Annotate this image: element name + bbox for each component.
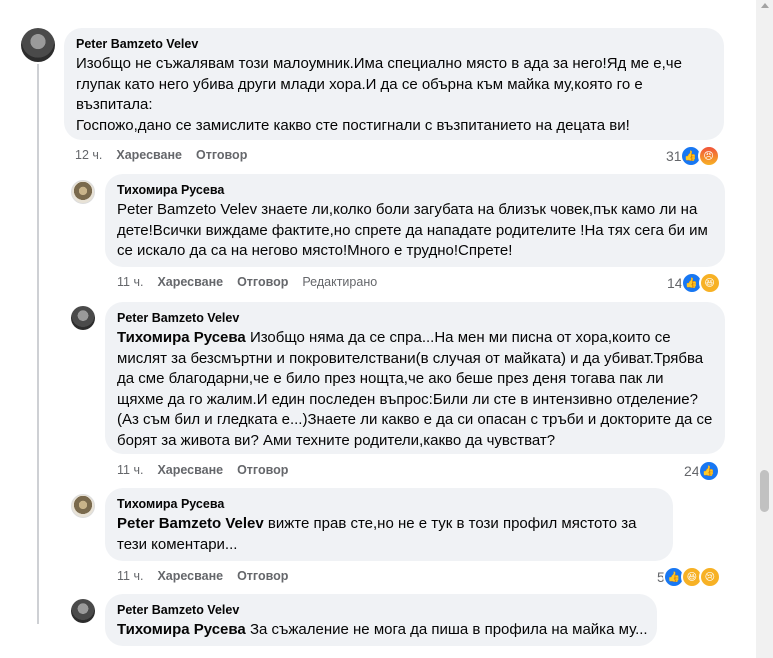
comment-text: Peter Bamzeto Velev знаете ли,колко боли…	[117, 201, 708, 259]
mention-link[interactable]: Тихомира Русева	[117, 621, 246, 638]
comment-actions: 11 ч. Харесване Отговор Редактирано	[117, 275, 377, 289]
comment-time[interactable]: 11 ч.	[117, 275, 143, 289]
comment-time[interactable]: 12 ч.	[75, 148, 102, 162]
like-button[interactable]: Харесване	[157, 275, 223, 289]
comment-time[interactable]: 11 ч.	[117, 569, 143, 583]
reply-button[interactable]: Отговор	[196, 148, 247, 162]
comment-bubble: Тихомира Русева Peter Bamzeto Velev знае…	[105, 174, 725, 267]
sad-icon: 😢	[698, 566, 721, 588]
mention-link[interactable]: Тихомира Русева	[117, 329, 246, 346]
comment-author[interactable]: Peter Bamzeto Velev	[76, 36, 712, 52]
like-button[interactable]: Харесване	[157, 463, 223, 477]
mention-link[interactable]: Peter Bamzeto Velev	[117, 515, 264, 532]
avatar[interactable]	[21, 28, 55, 62]
edited-label: Редактирано	[302, 275, 378, 289]
reply-button[interactable]: Отговор	[237, 275, 288, 289]
comment-body: Изобщо няма да се спра...На мен ми писна…	[117, 329, 713, 449]
avatar[interactable]	[71, 180, 95, 204]
comment-author[interactable]: Peter Bamzeto Velev	[117, 602, 645, 618]
avatar[interactable]	[71, 599, 95, 623]
comment-text: Тихомира Русева За съжаление не мога да …	[117, 620, 648, 641]
comment-text: Изобщо не съжалявам този малоумник.Има с…	[76, 55, 682, 113]
comment-body: За съжаление не мога да пиша в профила н…	[249, 621, 648, 638]
reaction-summary[interactable]: 24 👍	[684, 460, 720, 482]
comment-bubble: Peter Bamzeto Velev Тихомира Русева За с…	[105, 594, 657, 646]
comment-actions: 11 ч. Харесване Отговор	[117, 569, 288, 583]
comment-bubble: Peter Bamzeto Velev Изобщо не съжалявам …	[64, 28, 724, 140]
comment-text: Тихомира Русева Изобщо няма да се спра..…	[117, 328, 713, 451]
scrollbar-thumb[interactable]	[760, 470, 769, 512]
avatar[interactable]	[71, 494, 95, 518]
comment-author[interactable]: Тихомира Русева	[117, 182, 713, 198]
comment-actions: 11 ч. Харесване Отговор	[117, 463, 288, 477]
comment-time[interactable]: 11 ч.	[117, 463, 143, 477]
comment-bubble: Peter Bamzeto Velev Тихомира Русева Изоб…	[105, 302, 725, 454]
comment-actions: 12 ч. Харесване Отговор	[75, 148, 247, 162]
haha-icon: 😆	[698, 272, 721, 294]
like-button[interactable]: Харесване	[157, 569, 223, 583]
comment-text-line2: Госпожо,дано се замислите какво сте пост…	[76, 116, 630, 134]
reaction-summary[interactable]: 5 👍 😆 😢	[657, 566, 721, 588]
scrollbar[interactable]	[756, 0, 773, 658]
reply-button[interactable]: Отговор	[237, 463, 288, 477]
reaction-summary[interactable]: 14 👍 😆	[667, 272, 721, 294]
like-icon: 👍	[697, 460, 720, 482]
comment-author[interactable]: Peter Bamzeto Velev	[117, 310, 713, 326]
comment-bubble: Тихомира Русева Peter Bamzeto Velev вижт…	[105, 488, 673, 561]
reply-button[interactable]: Отговор	[237, 569, 288, 583]
angry-icon: 😠	[697, 145, 720, 167]
comment-text: Peter Bamzeto Velev вижте прав сте,но не…	[117, 514, 661, 555]
reaction-summary[interactable]: 31 👍 😠	[666, 145, 720, 167]
like-button[interactable]: Харесване	[116, 148, 182, 162]
comment-author[interactable]: Тихомира Русева	[117, 496, 661, 512]
previous-comment-actions-cropped	[75, 0, 675, 2]
avatar[interactable]	[71, 306, 95, 330]
thread-line	[37, 64, 39, 624]
scroll-up-arrow-icon[interactable]	[761, 3, 769, 8]
